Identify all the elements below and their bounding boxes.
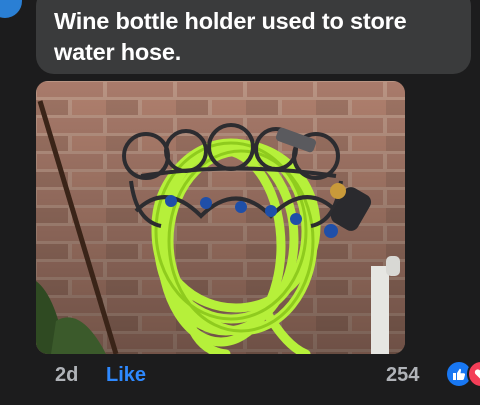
author-avatar[interactable] xyxy=(0,0,24,20)
comment-text-line1: Wine bottle holder used to store xyxy=(54,8,407,34)
comment-text-line2: water hose. xyxy=(54,39,182,65)
like-button[interactable]: Like xyxy=(106,364,146,387)
comment-text: Wine bottle holder used to store water h… xyxy=(54,6,464,68)
hose-on-wall-photo xyxy=(36,81,405,354)
comment-timestamp[interactable]: 2d xyxy=(55,364,78,387)
attached-photo[interactable] xyxy=(36,81,405,354)
reaction-count[interactable]: 254 xyxy=(386,364,419,387)
